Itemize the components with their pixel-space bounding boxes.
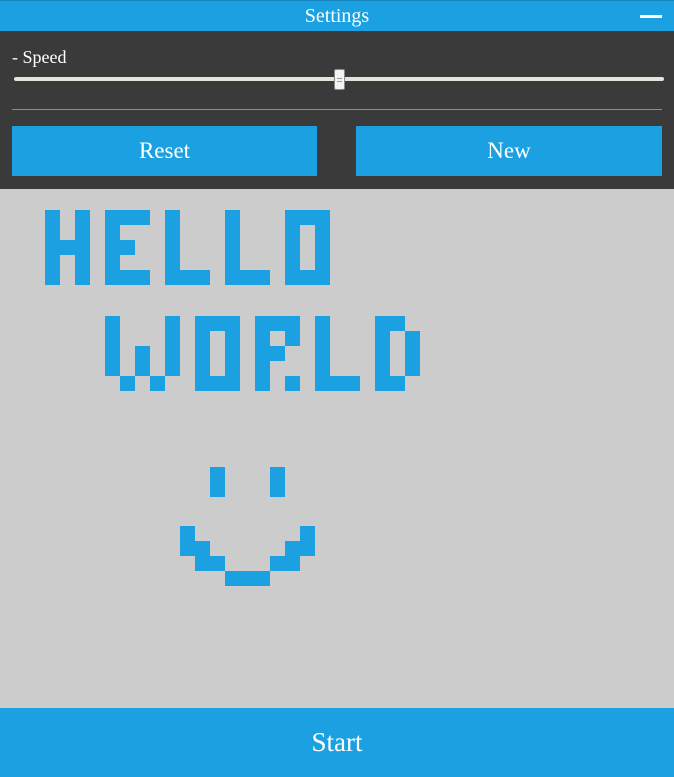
alive-cell[interactable]: [195, 541, 210, 556]
reset-button[interactable]: Reset: [12, 126, 317, 176]
alive-cell[interactable]: [300, 210, 315, 225]
alive-cell[interactable]: [120, 210, 150, 225]
settings-panel: - Speed Reset New: [0, 31, 674, 189]
alive-cell[interactable]: [330, 376, 360, 391]
alive-cell[interactable]: [165, 210, 180, 285]
alive-cell[interactable]: [270, 556, 300, 571]
alive-cell[interactable]: [165, 316, 180, 376]
alive-cell[interactable]: [105, 316, 120, 376]
alive-cell[interactable]: [270, 316, 285, 331]
alive-cell[interactable]: [285, 210, 300, 285]
alive-cell[interactable]: [405, 331, 420, 376]
window-title: Settings: [304, 5, 370, 27]
alive-cell[interactable]: [285, 541, 315, 556]
alive-cell[interactable]: [120, 270, 150, 285]
alive-cell[interactable]: [210, 376, 225, 391]
minus-icon[interactable]: [640, 9, 662, 23]
alive-cell[interactable]: [120, 376, 135, 391]
alive-cell[interactable]: [135, 346, 150, 376]
alive-cell[interactable]: [285, 316, 300, 346]
alive-cell[interactable]: [390, 316, 405, 331]
alive-cell[interactable]: [375, 316, 390, 391]
alive-cell[interactable]: [45, 210, 60, 285]
alive-cell[interactable]: [210, 467, 225, 497]
alive-cell[interactable]: [195, 316, 210, 391]
alive-cell[interactable]: [270, 467, 285, 497]
alive-cell[interactable]: [240, 270, 270, 285]
alive-cell[interactable]: [285, 376, 300, 391]
new-button[interactable]: New: [356, 126, 662, 176]
alive-cell[interactable]: [225, 210, 240, 285]
alive-cell[interactable]: [195, 556, 225, 571]
alive-cell[interactable]: [300, 270, 315, 285]
slider-thumb[interactable]: [334, 69, 345, 90]
alive-cell[interactable]: [210, 316, 225, 331]
alive-cell[interactable]: [180, 526, 195, 556]
alive-cell[interactable]: [105, 210, 120, 285]
alive-cell[interactable]: [225, 316, 240, 391]
alive-cell[interactable]: [75, 210, 90, 285]
alive-cell[interactable]: [315, 210, 330, 285]
alive-cell[interactable]: [315, 316, 330, 391]
settings-titlebar[interactable]: Settings: [0, 0, 674, 31]
alive-cell[interactable]: [255, 316, 270, 391]
start-button[interactable]: Start: [0, 708, 674, 777]
alive-cell[interactable]: [180, 270, 210, 285]
game-of-life-grid[interactable]: [0, 189, 674, 708]
grid-canvas[interactable]: [0, 189, 674, 708]
alive-cell[interactable]: [225, 571, 270, 586]
alive-cell[interactable]: [60, 240, 75, 255]
divider: [12, 109, 662, 110]
alive-cell[interactable]: [390, 376, 405, 391]
speed-slider[interactable]: [14, 69, 664, 91]
alive-cell[interactable]: [150, 376, 165, 391]
speed-label: - Speed: [12, 47, 67, 67]
alive-cell[interactable]: [120, 240, 135, 255]
alive-cell[interactable]: [270, 346, 285, 361]
